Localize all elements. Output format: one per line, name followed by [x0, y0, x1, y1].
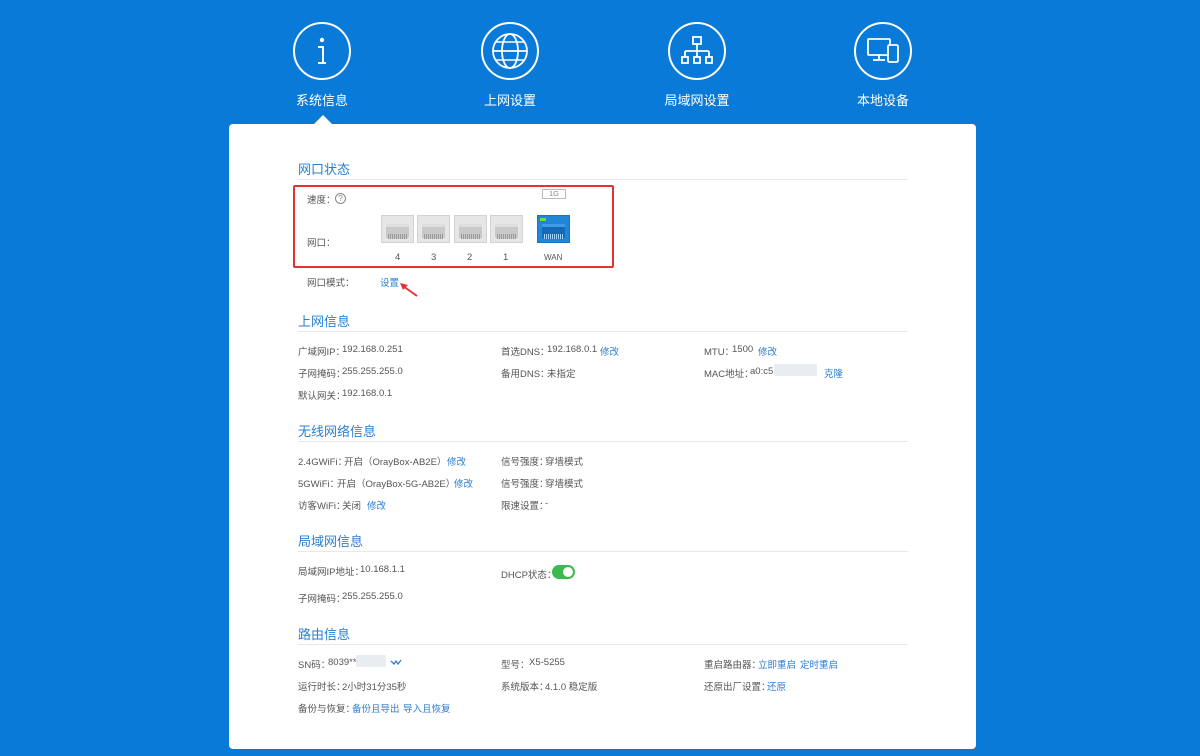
- arrow-annotation-icon: [400, 283, 418, 297]
- port-mode-settings-link[interactable]: 设置: [380, 275, 399, 289]
- edit-dns-link[interactable]: 修改: [600, 344, 619, 358]
- mtu-value: 1500: [732, 344, 754, 355]
- nav-item-system-info[interactable]: 系统信息: [262, 22, 382, 109]
- devices-icon: [854, 22, 912, 80]
- wifi24-value: 开启（OrayBox-AB2E）: [344, 457, 447, 468]
- dns2-value: 未指定: [547, 369, 576, 380]
- wifi24-label: 2.4GWiFi：: [298, 457, 348, 468]
- active-nav-indicator: [314, 115, 332, 124]
- dhcp-label: DHCP状态：: [501, 570, 557, 581]
- clone-mac-link[interactable]: 克隆: [824, 366, 843, 380]
- dns1-label: 首选DNS：: [501, 347, 550, 358]
- lan-subnet-label: 子网掩码：: [298, 594, 346, 605]
- wan-ip-label: 广域网IP：: [298, 347, 345, 358]
- wan-ip-value: 192.168.0.251: [342, 344, 403, 355]
- mac-value: a0:c5: [750, 366, 774, 377]
- lan-port-3: [417, 215, 450, 243]
- dhcp-toggle[interactable]: [552, 565, 575, 579]
- uptime-value: 2小时31分35秒: [342, 682, 407, 693]
- speed-label: 速度：: [307, 195, 336, 206]
- redacted-mask: [774, 364, 817, 376]
- version-label: 系统版本：: [501, 682, 549, 693]
- wifi5-value: 开启（OrayBox-5G-AB2E）: [337, 479, 456, 490]
- reboot-label: 重启路由器：: [704, 660, 762, 671]
- network-topology-icon: [668, 22, 726, 80]
- port-number: WAN: [544, 253, 563, 262]
- divider: [298, 551, 908, 552]
- sn-label: SN码：: [298, 660, 331, 671]
- nav-label: 上网设置: [483, 93, 536, 108]
- section-title-internet-info: 上网信息: [298, 314, 351, 329]
- speed-limit-label: 限速设置：: [501, 501, 549, 512]
- lan-ip-value: 10.168.1.1: [360, 564, 405, 575]
- edit-guest-wifi-link[interactable]: 修改: [367, 498, 386, 512]
- nav-label: 本地设备: [856, 93, 909, 108]
- nav-item-local-devices[interactable]: 本地设备: [823, 22, 943, 109]
- backup-import-link[interactable]: 导入且恢复: [403, 701, 451, 715]
- nav-label: 局域网设置: [664, 93, 730, 108]
- model-value: X5-5255: [529, 657, 565, 668]
- backup-export-link[interactable]: 备份且导出: [352, 701, 400, 715]
- redacted-mask: [356, 655, 386, 667]
- dns2-label: 备用DNS：: [501, 369, 550, 380]
- factory-reset-link[interactable]: 还原: [767, 679, 786, 693]
- signal-label: 信号强度：: [501, 457, 549, 468]
- nav-item-lan-settings[interactable]: 局域网设置: [637, 22, 757, 109]
- section-title-wireless-info: 无线网络信息: [298, 424, 377, 439]
- version-value: 4.1.0 稳定版: [545, 682, 598, 693]
- nav-label: 系统信息: [295, 93, 348, 108]
- uptime-label: 运行时长：: [298, 682, 346, 693]
- lan-port-4: [381, 215, 414, 243]
- port-label: 网口：: [307, 238, 336, 249]
- subnet-value: 255.255.255.0: [342, 366, 403, 377]
- wan-port: [537, 215, 570, 243]
- system-info-panel: 网口状态 速度： ? 1G 网口： 4 3 2 1 WAN 网口模式： 设置 上…: [229, 124, 976, 749]
- mtu-label: MTU：: [704, 347, 735, 358]
- mac-label: MAC地址：: [704, 369, 754, 380]
- backup-label: 备份与恢复：: [298, 704, 356, 715]
- lan-ip-label: 局域网IP地址：: [298, 567, 364, 578]
- dns1-value: 192.168.0.1: [547, 344, 598, 355]
- divider: [298, 644, 908, 645]
- port-number: 1: [503, 252, 509, 263]
- sn-value: 8039**: [328, 657, 357, 668]
- signal-label: 信号强度：: [501, 479, 549, 490]
- reboot-now-link[interactable]: 立即重启: [758, 657, 796, 671]
- lan-port-2: [454, 215, 487, 243]
- gateway-label: 默认网关：: [298, 391, 346, 402]
- signal-value: 穿墙模式: [545, 479, 584, 490]
- subnet-label: 子网掩码：: [298, 369, 346, 380]
- factory-reset-label: 还原出厂设置：: [704, 682, 771, 693]
- divider: [298, 331, 908, 332]
- port-number: 4: [395, 252, 401, 263]
- port-mode-label: 网口模式：: [307, 278, 355, 289]
- help-icon[interactable]: ?: [335, 193, 346, 204]
- info-icon: [293, 22, 351, 80]
- model-label: 型号：: [501, 660, 530, 671]
- edit-wifi5-link[interactable]: 修改: [454, 476, 473, 490]
- section-title-lan-info: 局域网信息: [298, 534, 364, 549]
- gateway-value: 192.168.0.1: [342, 388, 393, 399]
- edit-mtu-link[interactable]: 修改: [758, 344, 777, 358]
- divider: [298, 441, 908, 442]
- scheduled-reboot-link[interactable]: 定时重启: [800, 657, 838, 671]
- speed-limit-value: -: [545, 498, 549, 509]
- signal-value: 穿墙模式: [545, 457, 584, 468]
- guest-wifi-label: 访客WiFi：: [298, 501, 346, 512]
- edit-wifi24-link[interactable]: 修改: [447, 454, 466, 468]
- section-title-port-status: 网口状态: [298, 162, 351, 177]
- port-number: 2: [467, 252, 473, 263]
- wifi5-label: 5GWiFi：: [298, 479, 340, 490]
- lan-subnet-value: 255.255.255.0: [342, 591, 403, 602]
- qrcode-icon[interactable]: [390, 657, 402, 667]
- divider: [298, 179, 908, 180]
- port-number: 3: [431, 252, 437, 263]
- guest-wifi-value: 关闭: [342, 501, 362, 512]
- lan-port-1: [490, 215, 523, 243]
- nav-item-internet-settings[interactable]: 上网设置: [450, 22, 570, 109]
- speed-badge: 1G: [542, 189, 566, 199]
- section-title-router-info: 路由信息: [298, 627, 351, 642]
- top-nav: 系统信息 上网设置 局域网设置 本地设备: [0, 0, 1200, 125]
- globe-icon: [481, 22, 539, 80]
